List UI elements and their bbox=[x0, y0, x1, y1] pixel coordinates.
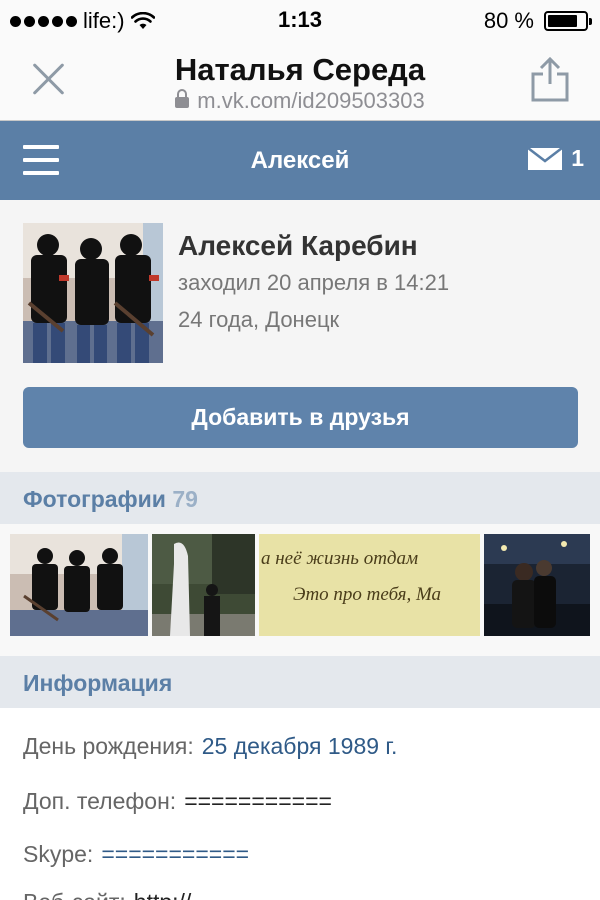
info-row-phone: Доп. телефон: =========== bbox=[23, 788, 332, 815]
info-value[interactable]: 25 декабря 1989 г. bbox=[202, 733, 398, 759]
photo-thumbnail[interactable] bbox=[152, 534, 255, 636]
status-bar: life:) 1:13 80 % bbox=[0, 0, 600, 40]
info-label: День рождения: bbox=[23, 733, 194, 759]
info-value: =========== bbox=[184, 788, 332, 814]
photos-title: Фотографии 79 bbox=[23, 486, 198, 513]
battery-percent: 80 % bbox=[483, 8, 534, 33]
info-row-birthday: День рождения: 25 декабря 1989 г. bbox=[23, 733, 397, 760]
age-location: 24 года, Донецк bbox=[178, 307, 340, 332]
lock-icon bbox=[175, 89, 190, 108]
profile-name: Алексей Каребин bbox=[178, 230, 418, 261]
photo-thumbnail[interactable] bbox=[484, 534, 590, 636]
envelope-icon bbox=[527, 146, 563, 170]
info-label: Доп. телефон: bbox=[23, 788, 177, 814]
photo-thumbnail[interactable]: а неё жизнь отдам Это про тебя, Ма bbox=[259, 534, 480, 636]
add-friend-button[interactable]: Добавить в друзья bbox=[23, 387, 578, 448]
page-title: Наталья Середа bbox=[174, 52, 426, 87]
messages-count: 1 bbox=[571, 145, 584, 171]
photo-thumbnail[interactable] bbox=[10, 534, 148, 636]
browser-header: Наталья Середа m.vk.com/id209503303 bbox=[0, 40, 600, 121]
info-value[interactable]: =========== bbox=[101, 841, 249, 867]
header-title: Алексей bbox=[250, 147, 350, 174]
info-label: Веб-сайт: bbox=[23, 889, 126, 900]
photos-header[interactable]: Фотографии 79 bbox=[0, 472, 600, 524]
profile-card: Алексей Каребин заходил 20 апреля в 14:2… bbox=[0, 200, 600, 472]
photo-caption-line2: Это про тебя, Ма bbox=[293, 584, 442, 605]
url-text: m.vk.com/id209503303 bbox=[197, 88, 425, 113]
battery-level bbox=[548, 15, 577, 27]
photos-title-label: Фотографии bbox=[23, 486, 166, 512]
page-url[interactable]: m.vk.com/id209503303 bbox=[0, 88, 600, 114]
info-row-website: Веб-сайт: http:// bbox=[23, 889, 191, 900]
share-icon[interactable] bbox=[530, 56, 570, 102]
info-row-skype: Skype: =========== bbox=[23, 841, 249, 868]
messages-button[interactable]: 1 bbox=[527, 145, 584, 172]
info-label: Skype: bbox=[23, 841, 94, 867]
vk-header: Алексей 1 bbox=[0, 121, 600, 200]
photo-caption-line1: а неё жизнь отдам bbox=[261, 548, 419, 569]
info-header: Информация bbox=[0, 656, 600, 708]
avatar[interactable] bbox=[23, 223, 163, 363]
photos-count: 79 bbox=[172, 486, 198, 512]
battery-icon bbox=[544, 11, 592, 31]
info-title: Информация bbox=[23, 670, 173, 696]
last-seen: заходил 20 апреля в 14:21 bbox=[178, 270, 450, 295]
battery-status: 80 % bbox=[483, 8, 592, 34]
info-value[interactable]: http:// bbox=[134, 889, 192, 900]
photos-strip: а неё жизнь отдам Это про тебя, Ма bbox=[0, 524, 600, 656]
